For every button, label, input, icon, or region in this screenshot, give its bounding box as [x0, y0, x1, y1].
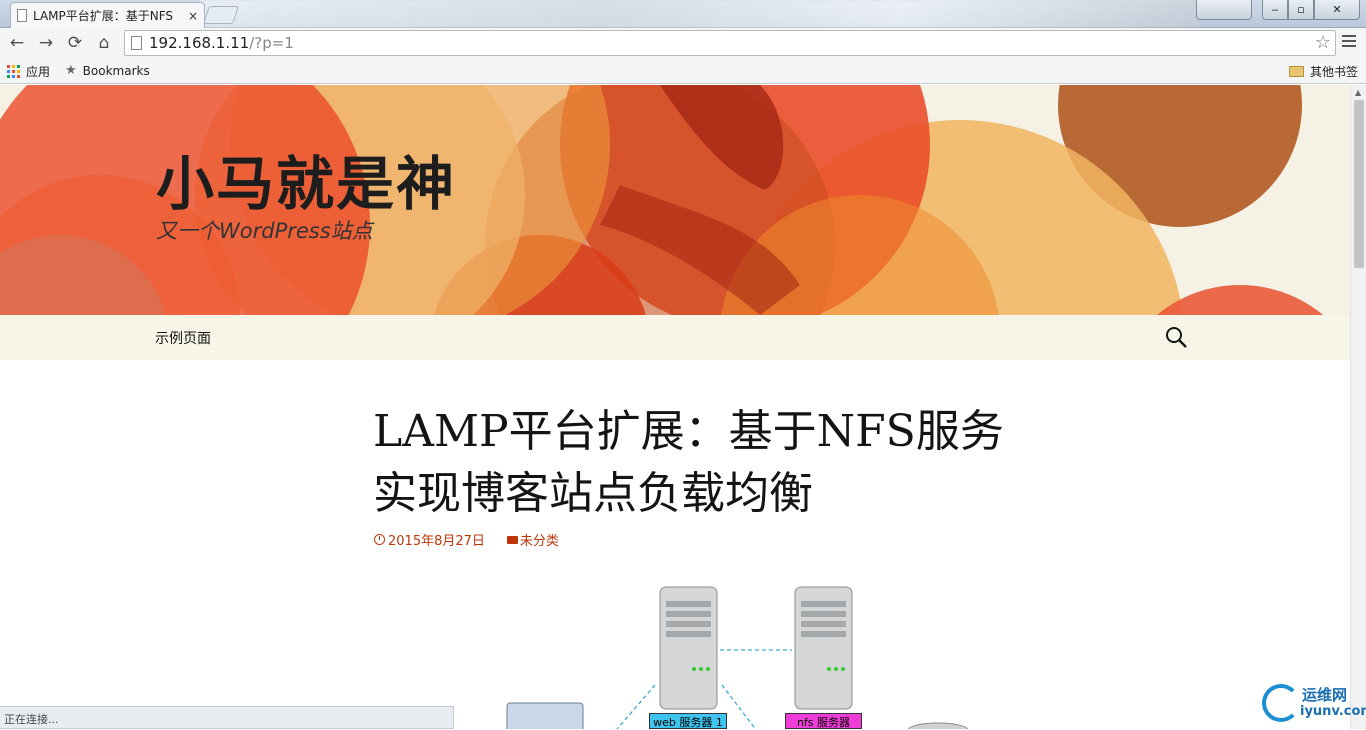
- nav-item-sample-page[interactable]: 示例页面: [155, 328, 211, 348]
- post-category[interactable]: 未分类: [520, 530, 559, 549]
- tab-title: LAMP平台扩展：基于NFS: [33, 9, 174, 23]
- site-description: 又一个WordPress站点: [156, 219, 373, 243]
- watermark-ring-icon: [1262, 684, 1300, 722]
- scroll-up-icon[interactable]: ▲: [1355, 88, 1361, 97]
- apps-label: 应用: [26, 65, 51, 79]
- watermark-name: 运维网: [1302, 686, 1348, 704]
- watermark-logo: 运维网 iyunv.com: [1262, 682, 1366, 726]
- url-host: 192.168.1.11: [149, 34, 250, 52]
- site-title[interactable]: 小马就是神: [156, 137, 456, 221]
- profile-button[interactable]: [1196, 0, 1252, 20]
- site-navigation: 示例页面: [0, 315, 1350, 360]
- bookmarks-bar: 应用 ★ Bookmarks 其他书签: [0, 58, 1366, 84]
- background-tabs: [200, 0, 1200, 28]
- browser-toolbar: ← → ⟳ ⌂ 192.168.1.11 /?p=1 ☆: [0, 28, 1366, 58]
- new-tab-button[interactable]: [203, 6, 239, 24]
- reload-icon[interactable]: ⟳: [64, 33, 86, 53]
- active-tab[interactable]: LAMP平台扩展：基于NFS ×: [10, 2, 205, 28]
- star-icon: ★: [65, 63, 77, 78]
- site-header[interactable]: 小马就是神 又一个WordPress站点: [0, 85, 1350, 315]
- category-folder-icon: [506, 535, 518, 544]
- other-bookmarks-folder[interactable]: 其他书签: [1289, 63, 1358, 80]
- nfs-server-label: nfs 服务器: [785, 713, 862, 729]
- bookmarks-folder[interactable]: ★ Bookmarks: [65, 63, 150, 78]
- watermark-domain: iyunv.com: [1300, 704, 1366, 719]
- tab-strip: LAMP平台扩展：基于NFS × ‒ ▫ ✕: [0, 0, 1366, 28]
- post-meta: 2015年8月27日 未分类: [374, 530, 559, 549]
- address-bar[interactable]: 192.168.1.11 /?p=1 ☆: [124, 30, 1336, 56]
- tab-close-icon[interactable]: ×: [188, 9, 198, 23]
- bookmark-star-icon[interactable]: ☆: [1315, 32, 1331, 53]
- menu-icon[interactable]: [1342, 35, 1356, 49]
- close-window-button[interactable]: ✕: [1314, 0, 1360, 20]
- search-icon[interactable]: [1165, 326, 1187, 348]
- back-arrow-icon[interactable]: ←: [6, 33, 28, 53]
- folder-icon: [1289, 66, 1304, 77]
- web-server-label: web 服务器 1: [649, 713, 727, 729]
- home-icon[interactable]: ⌂: [93, 33, 115, 53]
- page-icon: [131, 36, 142, 50]
- page-viewport: 小马就是神 又一个WordPress站点 示例页面 LAMP平台扩展：基于NFS…: [0, 85, 1350, 729]
- apps-shortcut[interactable]: 应用: [7, 63, 50, 80]
- nfs-server-icon: [794, 586, 853, 710]
- page-scrollbar[interactable]: ▲: [1350, 85, 1366, 729]
- bookmarks-label: Bookmarks: [82, 63, 150, 78]
- post-date[interactable]: 2015年8月27日: [388, 530, 485, 549]
- other-bookmarks-label: 其他书签: [1310, 65, 1359, 79]
- forward-arrow-icon[interactable]: →: [35, 33, 57, 53]
- url-path: /?p=1: [249, 34, 294, 52]
- post-title[interactable]: LAMP平台扩展：基于NFS服务实现博客站点负载均衡: [373, 401, 1013, 525]
- page-icon: [17, 9, 27, 22]
- scrollbar-thumb[interactable]: [1354, 100, 1364, 268]
- maximize-button[interactable]: ▫: [1288, 0, 1314, 20]
- clock-icon: [374, 534, 385, 545]
- minimize-button[interactable]: ‒: [1262, 0, 1288, 20]
- status-bubble: 正在连接...: [0, 706, 454, 729]
- apps-grid-icon: [7, 65, 20, 78]
- web-server-icon: [659, 586, 718, 710]
